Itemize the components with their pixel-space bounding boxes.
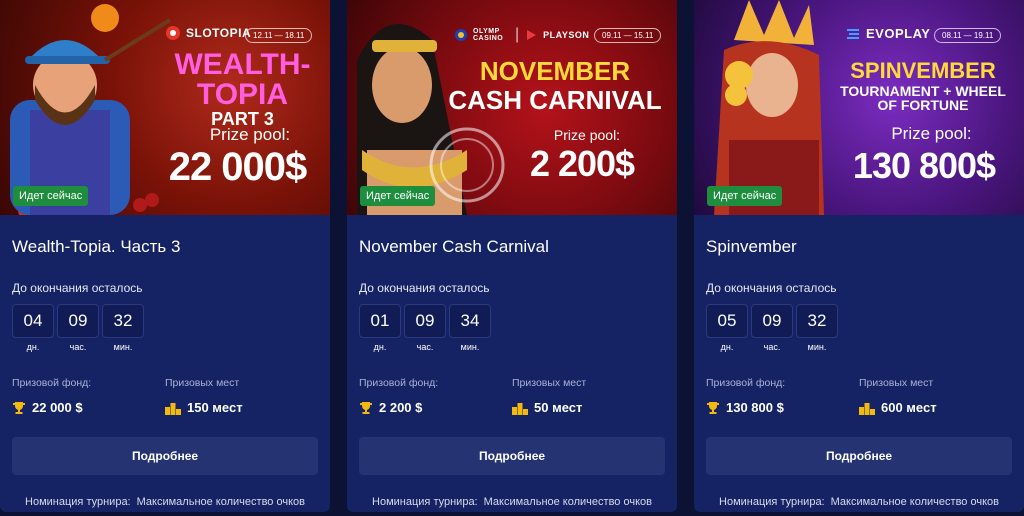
- tournament-nomination: Номинация турнира: Максимальное количест…: [719, 496, 999, 508]
- timer-minutes: 32 мин.: [796, 304, 838, 352]
- prize-label: Prize pool:: [553, 127, 621, 143]
- provider-logos: OLYMP CASINO | PLAYSON: [455, 26, 589, 44]
- live-badge: Идет сейчас: [707, 186, 783, 206]
- tournament-card[interactable]: SLOTOPIA 12.11 — 18.11 WEALTH- TOPIA PAR…: [0, 0, 330, 512]
- tournament-title[interactable]: November Cash Carnival: [359, 237, 665, 257]
- tournament-dates: 09.11 — 15.11: [594, 28, 662, 43]
- podium-icon: [165, 402, 181, 415]
- slotopia-logo-icon: [166, 26, 180, 40]
- timer-hours: 09 час.: [57, 304, 99, 352]
- details-button[interactable]: Подробнее: [706, 437, 1012, 475]
- podium-icon: [512, 402, 528, 415]
- provider-logo: SLOTOPIA: [166, 26, 251, 40]
- tournament-banner[interactable]: OLYMP CASINO | PLAYSON 09.11 — 15.11 NOV…: [347, 0, 677, 215]
- timer-days: 04 дн.: [12, 304, 54, 352]
- promo-title: NOVEMBER CASH CARNIVAL: [448, 56, 662, 115]
- tournament-dates: 12.11 — 18.11: [245, 28, 313, 43]
- tournament-nomination: Номинация турнира: Максимальное количест…: [25, 496, 305, 508]
- prize-places: Призовых мест 50 мест: [512, 377, 587, 415]
- prize-value: 22 000$: [168, 145, 308, 189]
- trophy-icon: [13, 401, 25, 414]
- prize-places: Призовых мест 600 мест: [859, 377, 937, 415]
- timer-days: 01 дн.: [359, 304, 401, 352]
- tournament-dates: 08.11 — 19.11: [934, 28, 1002, 43]
- podium-icon: [859, 402, 875, 415]
- details-button[interactable]: Подробнее: [359, 437, 665, 475]
- prize-label: Prize pool:: [891, 124, 972, 143]
- prize-value: 130 800$: [852, 145, 996, 186]
- tournament-banner[interactable]: SLOTOPIA 12.11 — 18.11 WEALTH- TOPIA PAR…: [0, 0, 330, 215]
- countdown-timer: 05 дн. 09 час. 32 мин.: [706, 304, 1012, 352]
- provider-logo: EVOPLAY: [846, 26, 930, 41]
- trophy-icon: [707, 401, 719, 414]
- countdown-timer: 04 дн. 09 час. 32 мин.: [12, 304, 318, 352]
- countdown-timer: 01 дн. 09 час. 34 мин.: [359, 304, 665, 352]
- tournament-card[interactable]: EVOPLAY 08.11 — 19.11 SPINVEMBER TOURNAM…: [694, 0, 1024, 512]
- olymp-logo-icon: [455, 29, 467, 41]
- tournament-title[interactable]: Spinvember: [706, 237, 1012, 257]
- warrior-woman-illustration: [714, 0, 824, 215]
- prize-fund: Призовой фонд: 2 200 $: [359, 377, 439, 415]
- prize-places: Призовых мест 150 мест: [165, 377, 243, 415]
- trophy-icon: [360, 401, 372, 414]
- prize-fund: Призовой фонд: 130 800 $: [706, 377, 786, 415]
- evoplay-logo-icon: [847, 28, 859, 39]
- timer-days: 05 дн.: [706, 304, 748, 352]
- playson-logo-icon: [527, 30, 537, 40]
- prize-fund: Призовой фонд: 22 000 $: [12, 377, 92, 415]
- timer-minutes: 34 мин.: [449, 304, 491, 352]
- tournament-list: SLOTOPIA 12.11 — 18.11 WEALTH- TOPIA PAR…: [0, 0, 1024, 516]
- prize-value: 2 200$: [529, 143, 635, 184]
- tournament-nomination: Номинация турнира: Максимальное количест…: [372, 496, 652, 508]
- timer-hours: 09 час.: [751, 304, 793, 352]
- live-badge: Идет сейчас: [360, 186, 436, 206]
- prize-label: Prize pool:: [209, 125, 291, 144]
- timer-minutes: 32 мин.: [102, 304, 144, 352]
- tournament-card[interactable]: OLYMP CASINO | PLAYSON 09.11 — 15.11 NOV…: [347, 0, 677, 512]
- time-remaining-label: До окончания осталось: [359, 281, 490, 295]
- time-remaining-label: До окончания осталось: [706, 281, 837, 295]
- tournament-banner[interactable]: EVOPLAY 08.11 — 19.11 SPINVEMBER TOURNAM…: [694, 0, 1024, 215]
- time-remaining-label: До окончания осталось: [12, 281, 143, 295]
- live-badge: Идет сейчас: [13, 186, 89, 206]
- tournament-stamp: [429, 127, 505, 203]
- promo-title: SPINVEMBER TOURNAMENT + WHEEL OF FORTUNE: [840, 58, 1006, 113]
- timer-hours: 09 час.: [404, 304, 446, 352]
- promo-title: WEALTH- TOPIA PART 3: [174, 48, 311, 129]
- tournament-title[interactable]: Wealth-Topia. Часть 3: [12, 237, 318, 257]
- details-button[interactable]: Подробнее: [12, 437, 318, 475]
